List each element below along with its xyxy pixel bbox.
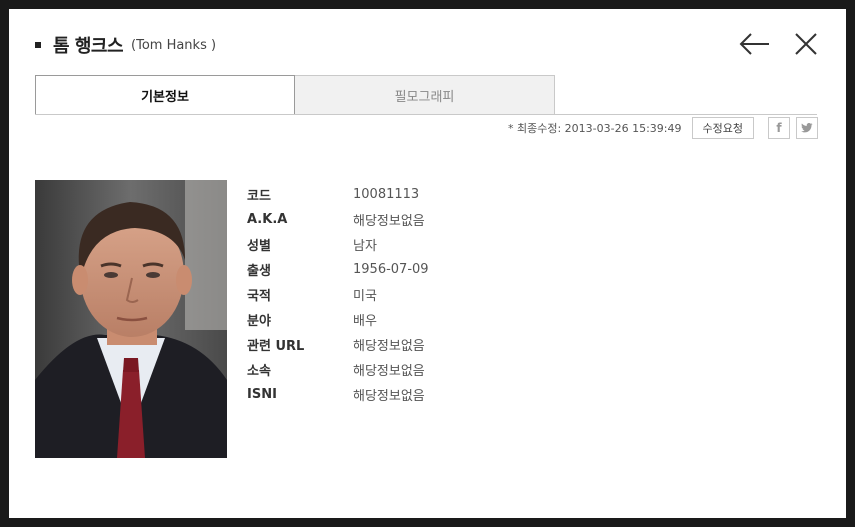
actor-name-english: (Tom Hanks ) [131, 37, 217, 53]
tab-filmography[interactable]: 필모그래피 [295, 75, 555, 115]
actor-photo [35, 180, 227, 458]
info-row-birth: 출생 1956-07-09 [247, 257, 429, 282]
info-label: 출생 [247, 264, 271, 279]
info-value: 미국 [353, 289, 377, 304]
actor-name-korean: 톰 행크스 [53, 36, 124, 57]
twitter-share-button[interactable] [796, 117, 818, 139]
info-row-gender: 성별 남자 [247, 232, 429, 257]
info-value: 해당정보없음 [353, 389, 425, 404]
info-value: 남자 [353, 239, 377, 254]
info-label: A.K.A [247, 212, 288, 227]
info-value: 해당정보없음 [353, 364, 425, 379]
info-label: 분야 [247, 314, 271, 329]
info-row-agency: 소속 해당정보없음 [247, 357, 429, 382]
info-value: 해당정보없음 [353, 339, 425, 354]
facebook-share-button[interactable]: f [768, 117, 790, 139]
close-icon[interactable] [793, 31, 819, 57]
info-label: 코드 [247, 189, 271, 204]
info-value: 해당정보없음 [353, 214, 425, 229]
info-label: 성별 [247, 239, 271, 254]
info-value: 1956-07-09 [353, 262, 429, 277]
tab-bar: 기본정보 필모그래피 [35, 75, 556, 115]
info-row-isni: ISNI 해당정보없음 [247, 382, 429, 407]
info-label: 국적 [247, 289, 271, 304]
facebook-icon: f [776, 121, 782, 135]
info-label: 소속 [247, 364, 271, 379]
info-label: ISNI [247, 387, 277, 402]
info-row-aka: A.K.A 해당정보없음 [247, 207, 429, 232]
info-label: 관련 URL [247, 339, 305, 354]
twitter-icon [801, 123, 813, 133]
tab-divider [35, 114, 817, 115]
info-row-code: 코드 10081113 [247, 182, 429, 207]
page-title: 톰 행크스 (Tom Hanks ) [35, 33, 216, 57]
info-row-nationality: 국적 미국 [247, 282, 429, 307]
info-value: 10081113 [353, 187, 420, 202]
edit-request-button[interactable]: 수정요청 [691, 117, 754, 139]
info-row-url: 관련 URL 해당정보없음 [247, 332, 429, 357]
bullet-icon [35, 42, 41, 48]
meta-row: * 최종수정: 2013-03-26 15:39:49 수정요청 f [508, 117, 818, 139]
info-value: 배우 [353, 314, 377, 329]
info-row-field: 분야 배우 [247, 307, 429, 332]
last-updated-text: * 최종수정: 2013-03-26 15:39:49 [508, 122, 682, 135]
tab-basic-info[interactable]: 기본정보 [35, 75, 295, 115]
back-arrow-icon[interactable] [739, 31, 771, 57]
info-table: 코드 10081113 A.K.A 해당정보없음 성별 남자 출생 1956-0… [247, 182, 429, 407]
actor-popup: 톰 행크스 (Tom Hanks ) 기본정보 필모그래피 * 최종수정: 20… [9, 9, 846, 518]
